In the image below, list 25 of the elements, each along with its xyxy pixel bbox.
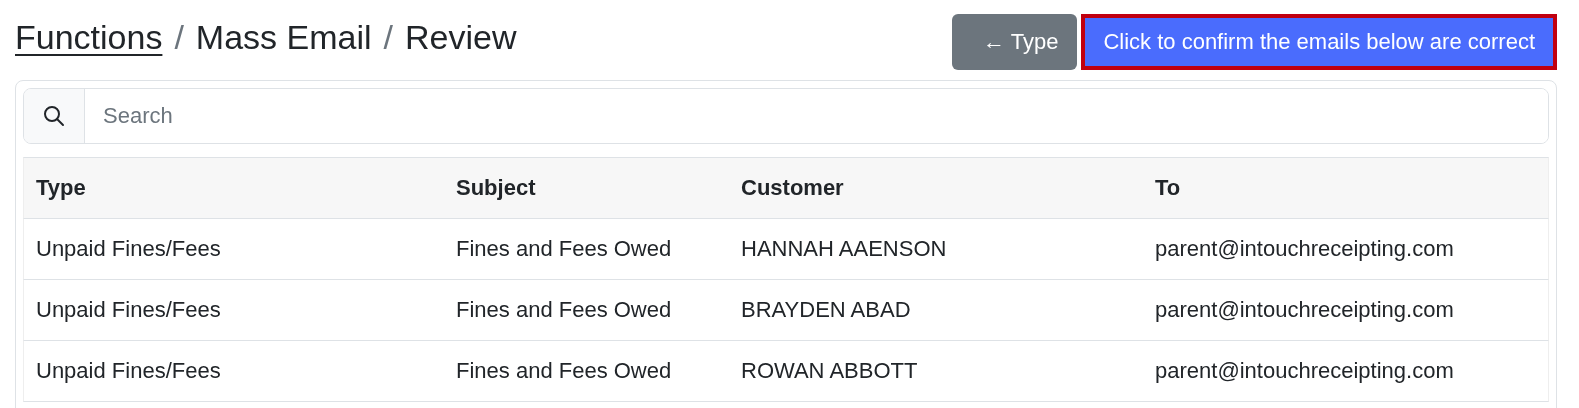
breadcrumb-separator: / <box>174 18 184 57</box>
table-cell-text: BRAYDEN ABAD <box>740 297 912 323</box>
table-cell-text: Fines and Fees Owed <box>455 236 673 262</box>
back-button[interactable]: ← Type <box>952 14 1078 70</box>
table-cell-text: parent@intouchreceipting.com <box>1154 358 1455 384</box>
table-cell-text: Fines and Fees Owed <box>455 297 673 323</box>
breadcrumb-item: Review <box>405 18 517 57</box>
column-header: Customer <box>740 175 845 201</box>
table-cell-text: Fines and Fees Owed <box>455 358 673 384</box>
search-icon <box>42 104 66 128</box>
table-cell-text: ROWAN ABBOTT <box>740 358 919 384</box>
breadcrumb-link[interactable]: Functions <box>15 18 163 57</box>
search-field[interactable]: Search <box>23 88 1549 144</box>
table-cell-text: parent@intouchreceipting.com <box>1154 236 1455 262</box>
table-cell-text: Unpaid Fines/Fees <box>35 358 222 384</box>
table-cell-text: parent@intouchreceipting.com <box>1154 297 1455 323</box>
breadcrumb-item: Mass Email <box>195 18 372 57</box>
column-header: To <box>1154 175 1182 201</box>
column-header: Type <box>35 175 87 201</box>
breadcrumb-separator: / <box>383 18 393 57</box>
table-cell-text: Unpaid Fines/Fees <box>35 297 222 323</box>
column-header: Subject <box>455 175 537 201</box>
confirm-button[interactable]: Click to confirm the emails below are correct <box>1081 14 1557 70</box>
table-cell-text: HANNAH AAENSON <box>740 236 948 262</box>
table-cell-text: Unpaid Fines/Fees <box>35 236 222 262</box>
